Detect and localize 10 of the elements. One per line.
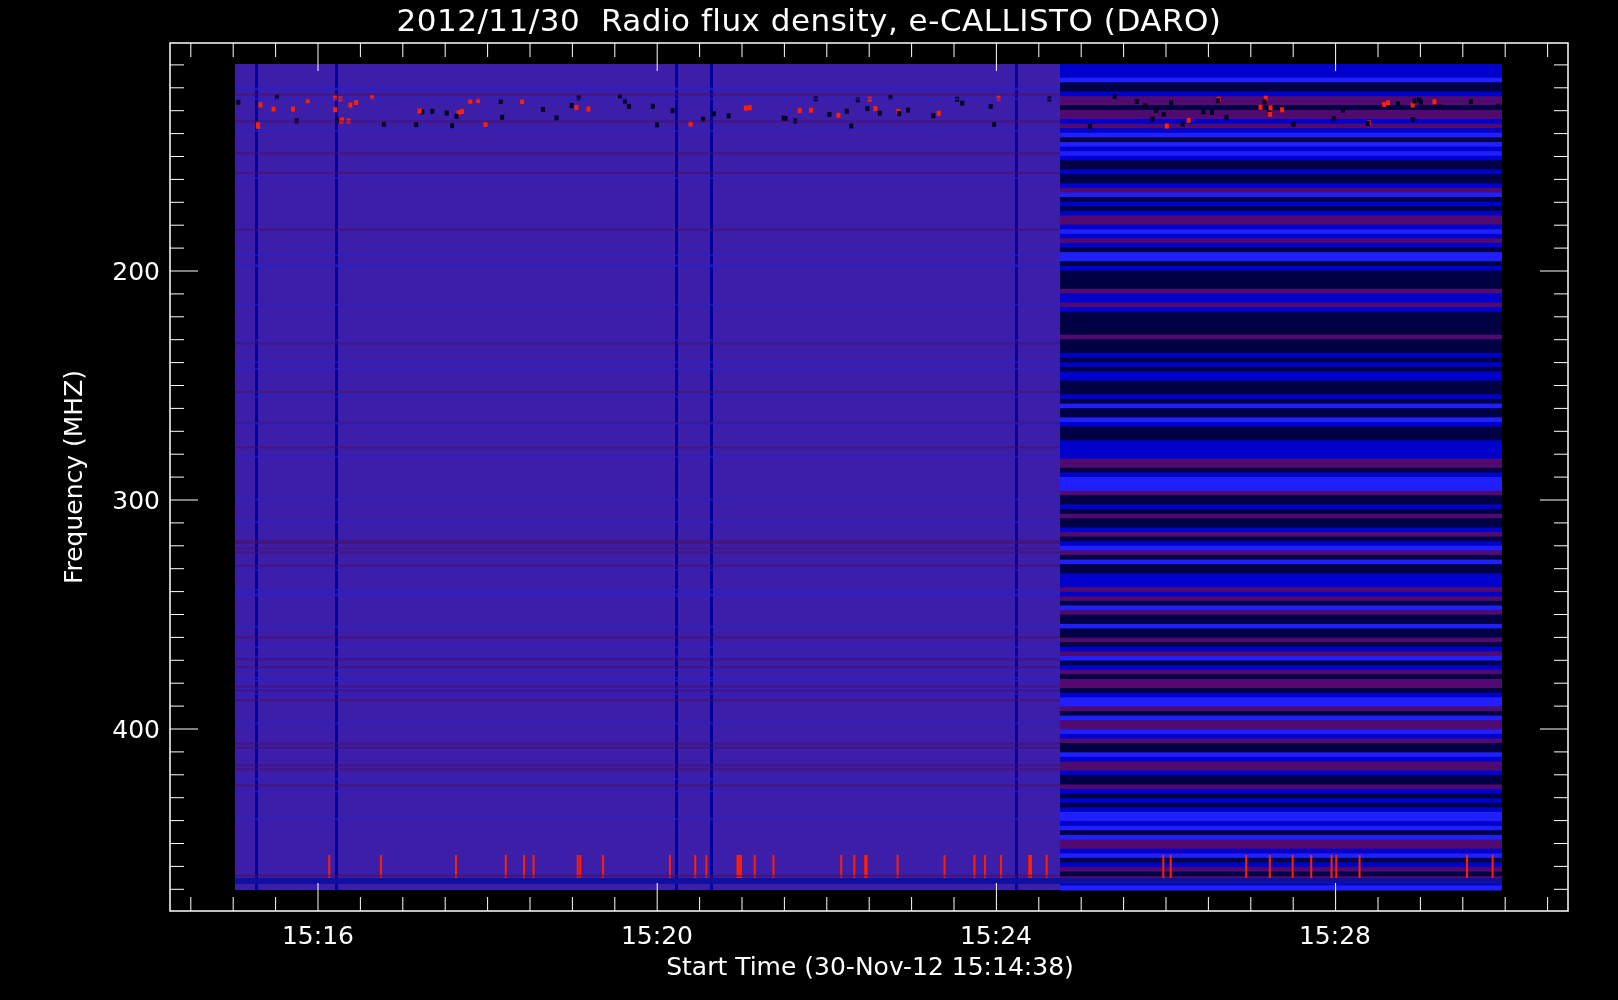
x-axis-title: Start Time (30-Nov-12 15:14:38) [666,952,1074,981]
y-tick-label: 400 [112,715,160,744]
y-tick-label: 300 [112,486,160,515]
y-axis-title: Frequency (MHZ) [59,369,88,585]
x-tick-label: 15:24 [960,921,1032,950]
y-tick-label: 200 [112,257,160,286]
x-tick-label: 15:16 [282,921,354,950]
x-tick-label: 15:20 [621,921,693,950]
x-tick-label: 15:28 [1299,921,1371,950]
chart-title: 2012/11/30 Radio flux density, e-CALLISTO (DARO) [396,1,1222,40]
